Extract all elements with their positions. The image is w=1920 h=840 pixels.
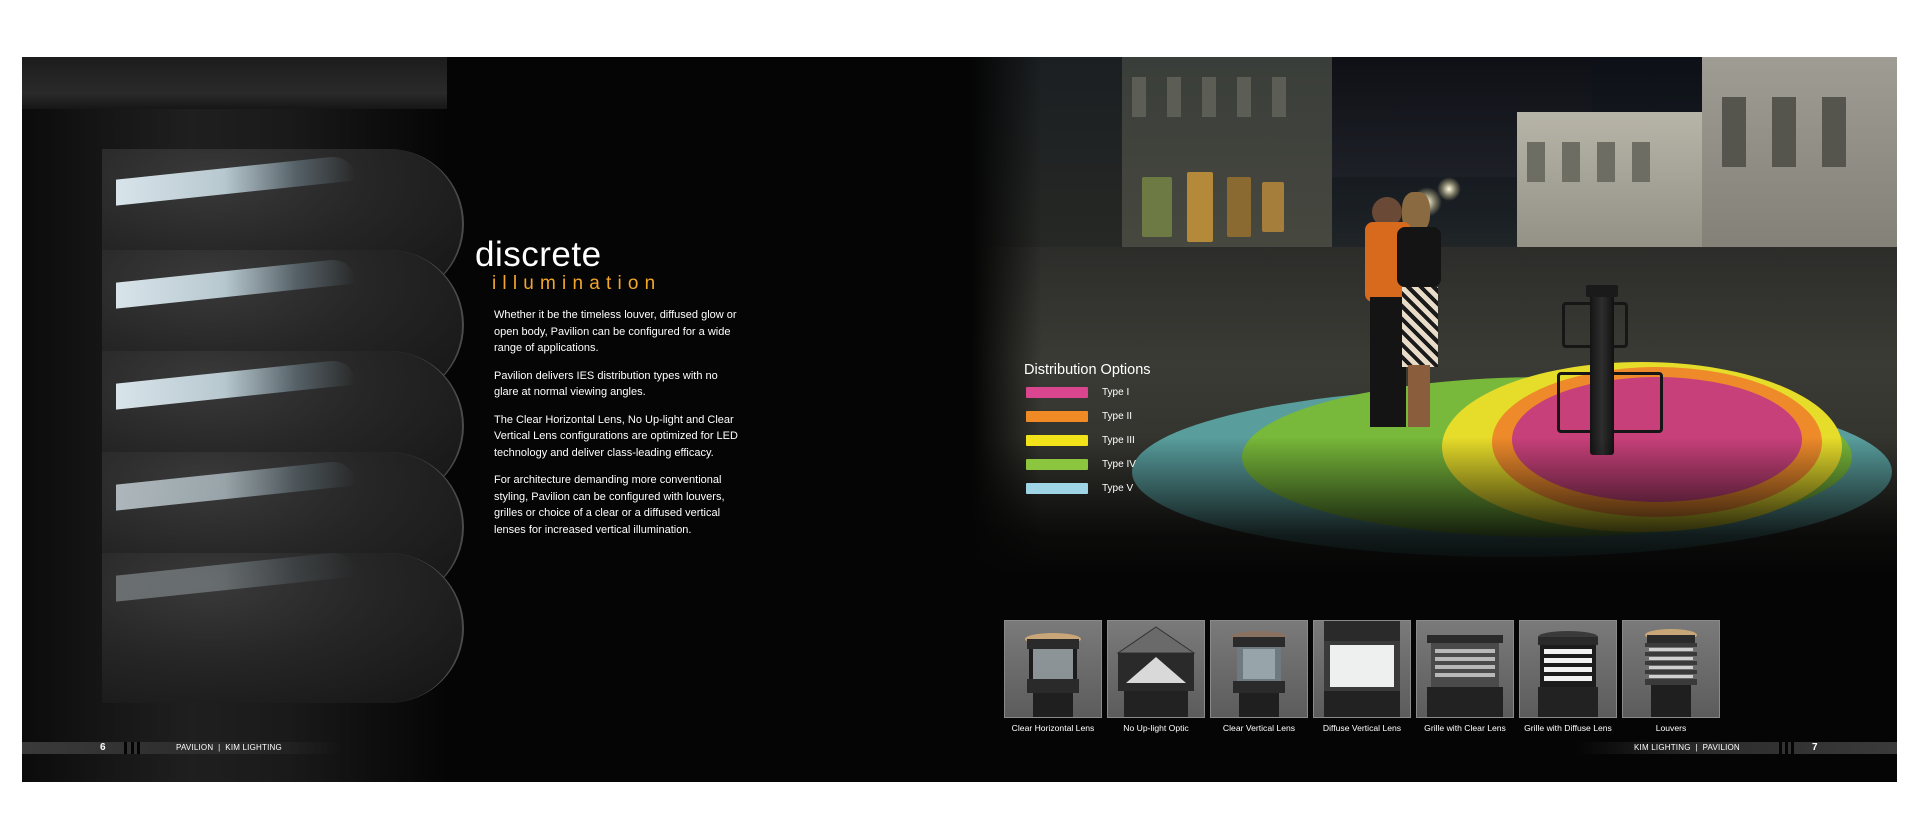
grille-diffuse-lens-icon [1519,620,1617,718]
page-number-left: 6 [100,742,106,753]
optic-label: Grille with Clear Lens [1424,723,1506,733]
paragraph: The Clear Horizontal Lens, No Up-light a… [494,413,738,459]
no-uplight-optic-icon [1107,620,1205,718]
diffuse-vertical-lens-icon [1313,620,1411,718]
grille-clear-lens-icon [1416,620,1514,718]
legend-item-type-5: Type V [1026,481,1133,495]
louver-column-photo [22,57,464,782]
street-scene-photo [972,57,1897,577]
clear-vertical-lens-icon [1210,620,1308,718]
page-title: discrete [475,235,602,274]
legend-label: Type IV [1102,458,1136,470]
optic-label: No Up-light Optic [1123,723,1189,733]
optic-label: Clear Vertical Lens [1222,723,1296,733]
page-number-right: 7 [1812,742,1818,753]
optic-label: Louvers [1655,723,1687,733]
legend-swatch [1026,482,1088,494]
legend-label: Type V [1102,482,1134,494]
legend-swatch [1026,434,1088,446]
legend-swatch [1026,410,1088,422]
legend-label: Type I [1102,386,1130,398]
optic-grille-diffuse-lens: Grille with Diffuse Lens [1519,620,1617,733]
optic-label: Grille with Diffuse Lens [1524,723,1612,733]
distribution-options-title: Distribution Options [1024,362,1151,378]
body-copy: Whether it be the timeless louver, diffu… [494,307,744,549]
optic-clear-vertical-lens: Clear Vertical Lens [1210,620,1308,733]
legend-item-type-4: Type IV [1026,457,1136,471]
clear-horizontal-lens-icon [1004,620,1102,718]
pavilion-bollard [1590,289,1614,455]
legend-swatch [1026,458,1088,470]
legend-label: Type II [1102,410,1133,422]
legend-swatch [1026,386,1088,398]
optic-grille-clear-lens: Grille with Clear Lens [1416,620,1514,733]
brochure-spread: discrete illumination Whether it be the … [22,57,1897,782]
optic-louvers: Louvers [1622,620,1720,733]
optic-label: Clear Horizontal Lens [1011,723,1095,733]
optic-label: Diffuse Vertical Lens [1322,723,1402,733]
folio-right: KIM LIGHTING | PAVILION [1634,743,1740,752]
paragraph: Whether it be the timeless louver, diffu… [494,309,737,354]
legend-item-type-1: Type I [1026,385,1129,399]
legend-item-type-2: Type II [1026,409,1132,423]
legend-label: Type III [1102,434,1135,446]
folio-left: PAVILION | KIM LIGHTING [176,743,282,752]
optic-clear-horizontal-lens: Clear Horizontal Lens [1004,620,1102,733]
paragraph: Pavilion delivers IES distribution types… [494,369,718,399]
paragraph: For architecture demanding more conventi… [494,474,725,536]
optic-no-uplight: No Up-light Optic [1107,620,1205,733]
page-subtitle: illumination [492,273,662,294]
legend-item-type-3: Type III [1026,433,1135,447]
optic-diffuse-vertical-lens: Diffuse Vertical Lens [1313,620,1411,733]
louvers-icon [1622,620,1720,718]
